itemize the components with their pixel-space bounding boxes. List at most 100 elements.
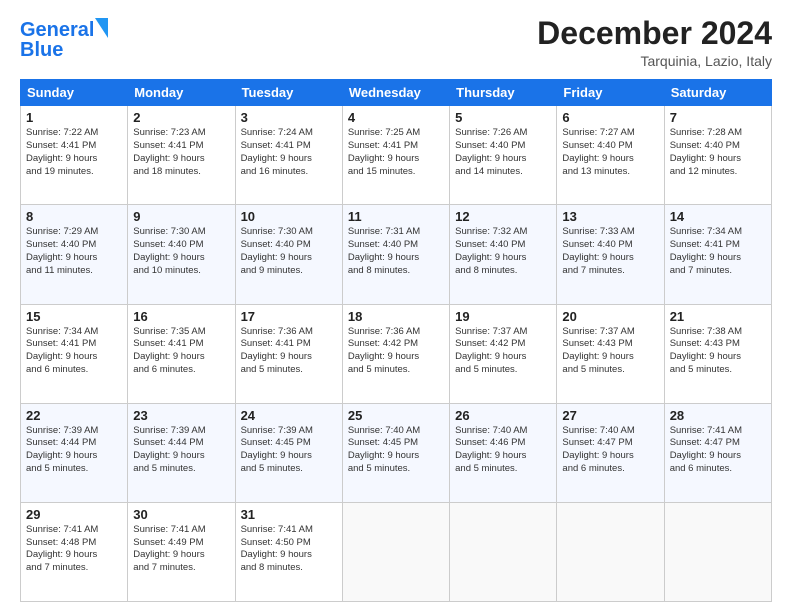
column-header-wednesday: Wednesday [342, 80, 449, 106]
empty-cell [342, 502, 449, 601]
day-info-6: Sunrise: 7:27 AM Sunset: 4:40 PM Dayligh… [562, 127, 658, 178]
day-cell-21: 21Sunrise: 7:38 AM Sunset: 4:43 PM Dayli… [664, 304, 771, 403]
day-number-8: 8 [26, 209, 122, 224]
subtitle: Tarquinia, Lazio, Italy [537, 53, 772, 69]
day-cell-19: 19 Sunrise: 7:37 AM Sunset: 4:42 PM Dayli… [450, 304, 557, 403]
day-number-2: 2 [133, 110, 229, 125]
column-header-monday: Monday [128, 80, 235, 106]
month-title: December 2024 [537, 16, 772, 51]
day-cell-27: 27 Sunrise: 7:40 AM Sunset: 4:47 PM Dayli… [557, 403, 664, 502]
day-info-2: Sunrise: 7:23 AM Sunset: 4:41 PM Dayligh… [133, 127, 229, 178]
column-header-tuesday: Tuesday [235, 80, 342, 106]
column-header-sunday: Sunday [21, 80, 128, 106]
day-info-1: Sunrise: 7:22 AM Sunset: 4:41 PM Dayligh… [26, 127, 122, 178]
day-info-27: Sunrise: 7:40 AM Sunset: 4:47 PM Dayligh… [562, 425, 658, 476]
svg-text:General: General [20, 19, 94, 41]
day-info-7: Sunrise: 7:28 AM Sunset: 4:40 PM Dayligh… [670, 127, 766, 178]
day-number-17: 17 [241, 309, 337, 324]
day-info-14: Sunrise: 7:34 AM Sunset: 4:41 PM Dayligh… [670, 226, 766, 277]
day-info-25: Sunrise: 7:40 AM Sunset: 4:45 PM Dayligh… [348, 425, 444, 476]
day-number-30: 30 [133, 507, 229, 522]
day-info-19: Sunrise: 7:37 AM Sunset: 4:42 PM Dayligh… [455, 326, 551, 377]
day-number-24: 24 [241, 408, 337, 423]
day-number-11: 11 [348, 209, 444, 224]
day-number-16: 16 [133, 309, 229, 324]
day-cell-7: 7 Sunrise: 7:28 AM Sunset: 4:40 PM Daylig… [664, 106, 771, 205]
week-row-1: 1 Sunrise: 7:22 AM Sunset: 4:41 PM Daylig… [21, 106, 772, 205]
day-cell-15: 15 Sunrise: 7:34 AM Sunset: 4:41 PM Dayli… [21, 304, 128, 403]
header: GeneralBlue December 2024 Tarquinia, Laz… [20, 16, 772, 69]
day-number-18: 18 [348, 309, 444, 324]
day-number-6: 6 [562, 110, 658, 125]
day-cell-8: 8 Sunrise: 7:29 AM Sunset: 4:40 PM Daylig… [21, 205, 128, 304]
day-number-13: 13 [562, 209, 658, 224]
day-cell-9: 9Sunrise: 7:30 AM Sunset: 4:40 PM Daylig… [128, 205, 235, 304]
day-info-12: Sunrise: 7:32 AM Sunset: 4:40 PM Dayligh… [455, 226, 551, 277]
day-cell-24: 24 Sunrise: 7:39 AM Sunset: 4:45 PM Dayli… [235, 403, 342, 502]
day-number-4: 4 [348, 110, 444, 125]
day-number-19: 19 [455, 309, 551, 324]
day-cell-14: 14 Sunrise: 7:34 AM Sunset: 4:41 PM Dayli… [664, 205, 771, 304]
column-header-thursday: Thursday [450, 80, 557, 106]
week-row-4: 22 Sunrise: 7:39 AM Sunset: 4:44 PM Dayli… [21, 403, 772, 502]
day-number-23: 23 [133, 408, 229, 423]
day-cell-23: 23 Sunrise: 7:39 AM Sunset: 4:44 PM Dayli… [128, 403, 235, 502]
day-cell-29: 29Sunrise: 7:41 AM Sunset: 4:48 PM Dayli… [21, 502, 128, 601]
day-cell-16: 16Sunrise: 7:35 AM Sunset: 4:41 PM Dayli… [128, 304, 235, 403]
day-info-21: Sunrise: 7:38 AM Sunset: 4:43 PM Dayligh… [670, 326, 766, 377]
column-header-row: SundayMondayTuesdayWednesdayThursdayFrid… [21, 80, 772, 106]
day-info-24: Sunrise: 7:39 AM Sunset: 4:45 PM Dayligh… [241, 425, 337, 476]
day-cell-17: 17Sunrise: 7:36 AM Sunset: 4:41 PM Dayli… [235, 304, 342, 403]
day-number-14: 14 [670, 209, 766, 224]
column-header-saturday: Saturday [664, 80, 771, 106]
day-number-20: 20 [562, 309, 658, 324]
day-cell-4: 4Sunrise: 7:25 AM Sunset: 4:41 PM Daylig… [342, 106, 449, 205]
day-cell-28: 28Sunrise: 7:41 AM Sunset: 4:47 PM Dayli… [664, 403, 771, 502]
week-row-5: 29Sunrise: 7:41 AM Sunset: 4:48 PM Dayli… [21, 502, 772, 601]
day-number-26: 26 [455, 408, 551, 423]
logo: GeneralBlue [20, 16, 110, 61]
day-cell-18: 18 Sunrise: 7:36 AM Sunset: 4:42 PM Dayli… [342, 304, 449, 403]
day-cell-12: 12 Sunrise: 7:32 AM Sunset: 4:40 PM Dayli… [450, 205, 557, 304]
day-cell-1: 1 Sunrise: 7:22 AM Sunset: 4:41 PM Daylig… [21, 106, 128, 205]
title-area: December 2024 Tarquinia, Lazio, Italy [537, 16, 772, 69]
week-row-3: 15 Sunrise: 7:34 AM Sunset: 4:41 PM Dayli… [21, 304, 772, 403]
day-info-22: Sunrise: 7:39 AM Sunset: 4:44 PM Dayligh… [26, 425, 122, 476]
empty-cell [664, 502, 771, 601]
day-number-25: 25 [348, 408, 444, 423]
day-info-26: Sunrise: 7:40 AM Sunset: 4:46 PM Dayligh… [455, 425, 551, 476]
day-number-15: 15 [26, 309, 122, 324]
day-info-23: Sunrise: 7:39 AM Sunset: 4:44 PM Dayligh… [133, 425, 229, 476]
day-number-9: 9 [133, 209, 229, 224]
day-info-8: Sunrise: 7:29 AM Sunset: 4:40 PM Dayligh… [26, 226, 122, 277]
calendar: SundayMondayTuesdayWednesdayThursdayFrid… [20, 79, 772, 602]
day-info-18: Sunrise: 7:36 AM Sunset: 4:42 PM Dayligh… [348, 326, 444, 377]
day-info-15: Sunrise: 7:34 AM Sunset: 4:41 PM Dayligh… [26, 326, 122, 377]
day-cell-25: 25 Sunrise: 7:40 AM Sunset: 4:45 PM Dayli… [342, 403, 449, 502]
logo-icon: GeneralBlue [20, 16, 110, 61]
day-cell-11: 11Sunrise: 7:31 AM Sunset: 4:40 PM Dayli… [342, 205, 449, 304]
day-cell-13: 13Sunrise: 7:33 AM Sunset: 4:40 PM Dayli… [557, 205, 664, 304]
day-cell-3: 3Sunrise: 7:24 AM Sunset: 4:41 PM Daylig… [235, 106, 342, 205]
day-info-30: Sunrise: 7:41 AM Sunset: 4:49 PM Dayligh… [133, 524, 229, 575]
day-number-10: 10 [241, 209, 337, 224]
day-number-27: 27 [562, 408, 658, 423]
day-cell-2: 2 Sunrise: 7:23 AM Sunset: 4:41 PM Daylig… [128, 106, 235, 205]
day-number-28: 28 [670, 408, 766, 423]
day-cell-5: 5Sunrise: 7:26 AM Sunset: 4:40 PM Daylig… [450, 106, 557, 205]
day-number-1: 1 [26, 110, 122, 125]
column-header-friday: Friday [557, 80, 664, 106]
day-cell-20: 20 Sunrise: 7:37 AM Sunset: 4:43 PM Dayli… [557, 304, 664, 403]
day-cell-31: 31Sunrise: 7:41 AM Sunset: 4:50 PM Dayli… [235, 502, 342, 601]
day-cell-6: 6 Sunrise: 7:27 AM Sunset: 4:40 PM Daylig… [557, 106, 664, 205]
day-number-12: 12 [455, 209, 551, 224]
day-number-22: 22 [26, 408, 122, 423]
day-number-7: 7 [670, 110, 766, 125]
day-info-31: Sunrise: 7:41 AM Sunset: 4:50 PM Dayligh… [241, 524, 337, 575]
day-cell-22: 22 Sunrise: 7:39 AM Sunset: 4:44 PM Dayli… [21, 403, 128, 502]
day-info-29: Sunrise: 7:41 AM Sunset: 4:48 PM Dayligh… [26, 524, 122, 575]
day-number-3: 3 [241, 110, 337, 125]
svg-text:Blue: Blue [20, 39, 63, 61]
day-info-20: Sunrise: 7:37 AM Sunset: 4:43 PM Dayligh… [562, 326, 658, 377]
empty-cell [450, 502, 557, 601]
